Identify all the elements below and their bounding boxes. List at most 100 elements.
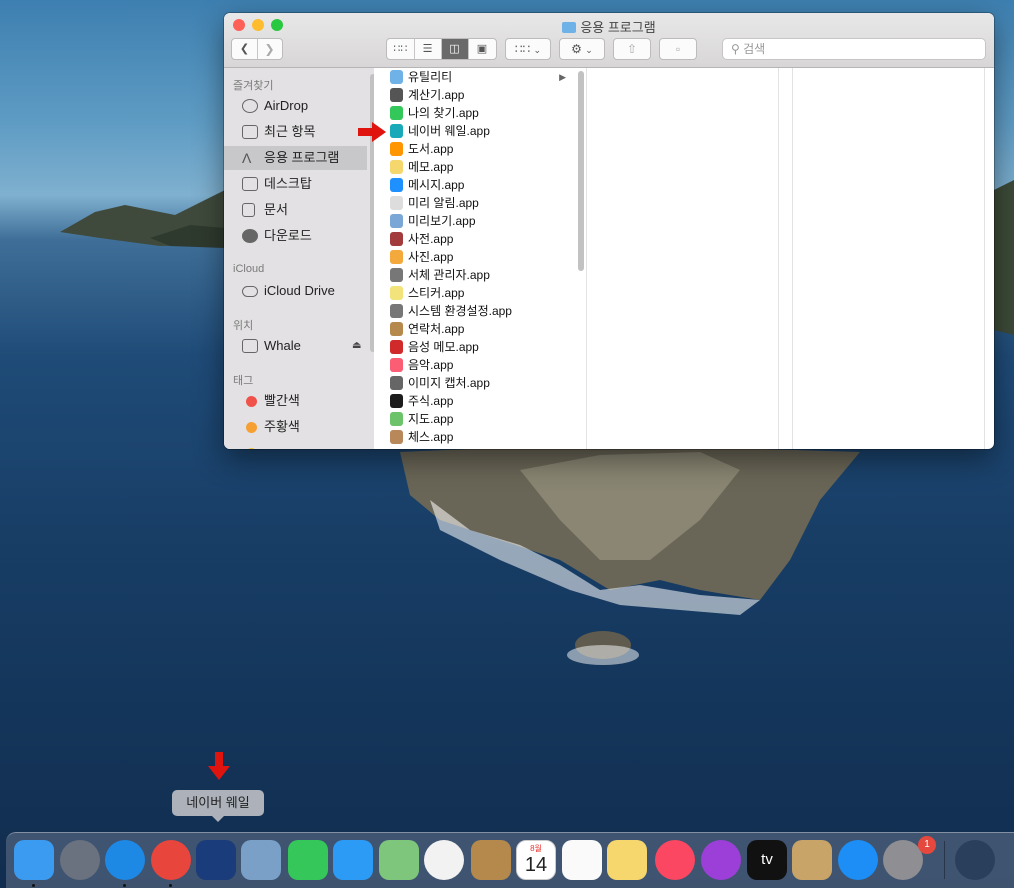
whale-icon[interactable] — [196, 840, 236, 880]
finder-icon[interactable] — [14, 840, 54, 880]
file-name: 체스.app — [408, 430, 454, 444]
search-field[interactable]: ⚲ 검색 — [722, 38, 986, 60]
messages-icon[interactable] — [333, 840, 373, 880]
file-item[interactable]: 사진.app — [382, 248, 570, 266]
sidebar-item-downloads[interactable]: 다운로드 — [224, 224, 367, 248]
reminders-icon[interactable] — [562, 840, 602, 880]
column-divider[interactable] — [778, 68, 779, 449]
file-item[interactable]: 시스템 환경설정.app — [382, 302, 570, 320]
file-item[interactable]: 메모.app — [382, 158, 570, 176]
facetime-icon[interactable] — [288, 840, 328, 880]
sidebar-item-recents[interactable]: 최근 항목 — [224, 120, 367, 144]
list-view-button[interactable]: ☰ — [415, 39, 442, 59]
file-name: 시스템 환경설정.app — [408, 304, 512, 318]
maps-icon — [390, 412, 403, 426]
column-divider[interactable] — [586, 68, 587, 449]
appletv-icon[interactable]: tv — [747, 840, 787, 880]
sidebar-item-tag-red[interactable]: 빨간색 — [224, 389, 367, 413]
sidebar-item-desktop[interactable]: 데스크탑 — [224, 172, 367, 196]
column-divider[interactable] — [984, 68, 985, 449]
music-icon — [390, 358, 403, 372]
quicktime-icon[interactable] — [955, 840, 995, 880]
sidebar-item-tag-yellow[interactable] — [224, 441, 367, 449]
group-button[interactable]: ∷∷ ⌄ — [505, 38, 551, 60]
sidebar-item-label: 최근 항목 — [264, 124, 316, 139]
file-item[interactable]: 도서.app — [382, 140, 570, 158]
calendar-icon[interactable]: 8월 14 — [516, 840, 556, 880]
running-indicator — [123, 884, 126, 887]
file-item[interactable]: 이미지 캡처.app — [382, 374, 570, 392]
sidebar-item-label: AirDrop — [264, 98, 309, 113]
file-item[interactable]: 스티커.app — [382, 284, 570, 302]
sidebar-item-documents[interactable]: 문서 — [224, 198, 367, 222]
file-item[interactable]: 미리보기.app — [382, 212, 570, 230]
calendar-day: 14 — [524, 854, 548, 876]
file-item[interactable]: 지도.app — [382, 410, 570, 428]
sidebar-item-applications[interactable]: Λ 응용 프로그램 — [224, 146, 367, 170]
music-icon[interactable] — [655, 840, 695, 880]
column-divider[interactable] — [792, 68, 793, 449]
file-name: 사진.app — [408, 250, 454, 264]
launchpad-icon[interactable] — [60, 840, 100, 880]
eject-icon[interactable]: ⏏ — [352, 340, 361, 351]
photos-icon[interactable] — [424, 840, 464, 880]
dock-separator — [944, 841, 945, 879]
chevron-right-icon: ❯ — [264, 42, 275, 56]
tags-button[interactable]: ▫ — [659, 38, 697, 60]
gear-icon: ⚙ — [571, 42, 582, 56]
file-item[interactable]: 유틸리티 ▶ — [382, 68, 570, 86]
file-item[interactable]: 네이버 웨일.app — [382, 122, 570, 140]
sidebar-item-whale-disk[interactable]: Whale — [224, 334, 367, 358]
file-name: 서체 관리자.app — [408, 268, 490, 282]
safari-icon[interactable] — [105, 840, 145, 880]
podcasts-icon[interactable] — [701, 840, 741, 880]
file-item[interactable]: 음성 메모.app — [382, 338, 570, 356]
contacts-icon[interactable] — [471, 840, 511, 880]
sidebar-item-label: 문서 — [264, 202, 288, 217]
file-name: 유틸리티 — [408, 70, 453, 84]
tag-dot-icon — [246, 396, 257, 407]
action-button[interactable]: ⚙ ⌄ — [559, 38, 605, 60]
app-store-icon[interactable] — [838, 840, 878, 880]
file-item[interactable]: 메시지.app — [382, 176, 570, 194]
file-item[interactable]: 음악.app — [382, 356, 570, 374]
mail-stamp-icon[interactable] — [241, 840, 281, 880]
sidebar-item-tag-orange[interactable]: 주황색 — [224, 415, 367, 439]
file-item[interactable]: 체스.app — [382, 428, 570, 446]
sidebar-item-label: 빨간색 — [264, 393, 300, 408]
forward-button[interactable]: ❯ — [258, 39, 282, 59]
gallery-view-button[interactable]: ▣ — [469, 39, 496, 59]
system-preferences-icon[interactable] — [883, 840, 923, 880]
archive-utility-icon[interactable] — [792, 840, 832, 880]
red-arrow-down-icon — [208, 752, 230, 780]
file-name: 주식.app — [408, 394, 454, 408]
messages-icon — [390, 178, 403, 192]
icon-view-button[interactable]: ∷∷ — [388, 39, 415, 59]
chevron-down-icon: ⌄ — [585, 45, 593, 55]
file-item[interactable]: 연락처.app — [382, 320, 570, 338]
sidebar-item-airdrop[interactable]: AirDrop — [224, 94, 367, 118]
notes-icon[interactable] — [607, 840, 647, 880]
tag-icon: ▫ — [675, 42, 681, 56]
file-item[interactable]: 계산기.app — [382, 86, 570, 104]
file-item[interactable]: 서체 관리자.app — [382, 266, 570, 284]
dictionary-icon — [390, 232, 403, 246]
file-item[interactable]: 나의 찾기.app — [382, 104, 570, 122]
sidebar-scrollbar[interactable] — [370, 74, 374, 352]
share-button[interactable]: ⇧ — [613, 38, 651, 60]
dock-tooltip: 네이버 웨일 — [172, 790, 264, 822]
sidebar-item-icloud-drive[interactable]: iCloud Drive — [224, 279, 367, 303]
chrome-icon[interactable] — [151, 840, 191, 880]
file-item[interactable]: 미리 알림.app — [382, 194, 570, 212]
column-view-button[interactable]: ◫ — [441, 39, 469, 59]
file-column-scrollbar[interactable] — [578, 71, 584, 271]
applications-icon: Λ — [242, 150, 252, 166]
file-name: 메모.app — [408, 160, 454, 174]
file-item[interactable]: 사전.app — [382, 230, 570, 248]
file-column: 유틸리티 ▶ 계산기.app 나의 찾기.app 네이버 웨일.app 도서.app 메모.… — [382, 68, 572, 449]
maps-icon[interactable] — [379, 840, 419, 880]
back-button[interactable]: ❮ — [233, 39, 258, 59]
file-name: 음성 메모.app — [408, 340, 479, 354]
file-item[interactable]: 주식.app — [382, 392, 570, 410]
findmy-icon — [390, 106, 403, 120]
